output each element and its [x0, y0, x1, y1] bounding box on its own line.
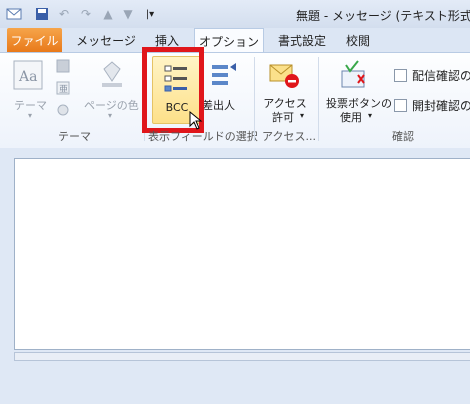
customize-qat-icon[interactable]: |▾	[142, 6, 158, 22]
window-title: 無題 - メッセージ (テキスト形式)	[296, 9, 470, 23]
body-top-spacer	[0, 148, 470, 158]
ribbon: Aa テーマ ▾ 亜 ページの色 ▾ テーマ BCC 差出人 表示フィールドの選…	[0, 47, 470, 149]
theme-dropdown-icon[interactable]: ▾	[28, 111, 32, 120]
undo-icon[interactable]: ↶	[56, 6, 72, 22]
permission-dropdown-icon[interactable]: ▾	[300, 111, 304, 120]
tab-format[interactable]: 書式設定	[270, 28, 334, 52]
ribbon-tabs: ファイル メッセージ 挿入 オプション 書式設定 校閲	[0, 28, 470, 53]
group-label-permission: アクセス...	[262, 130, 316, 143]
outlook-app-icon[interactable]	[6, 6, 22, 22]
voting-buttons-dropdown-icon[interactable]: ▾	[368, 111, 372, 120]
message-body[interactable]	[14, 158, 470, 350]
up-arrow-icon[interactable]: ▲	[100, 6, 116, 22]
colors-icon[interactable]	[56, 59, 74, 75]
group-label-tracking: 確認	[392, 130, 414, 143]
voting-buttons-icon	[338, 59, 370, 91]
title-bar: ↶ ↷ ▲ ▼ |▾ 無題 - メッセージ (テキスト形式)	[0, 0, 470, 29]
group-separator	[254, 57, 255, 141]
page-color-dropdown-icon[interactable]: ▾	[108, 111, 112, 120]
delivery-receipt-checkbox[interactable]	[394, 69, 407, 82]
tab-options[interactable]: オプション	[194, 28, 264, 53]
save-icon[interactable]	[34, 6, 50, 22]
fonts-icon[interactable]: 亜	[56, 81, 74, 97]
tab-file[interactable]: ファイル	[7, 28, 62, 52]
window-bottom	[0, 362, 470, 404]
svg-text:亜: 亜	[59, 84, 68, 95]
permission-icon	[268, 61, 300, 91]
voting-buttons-label-line2[interactable]: 使用	[340, 109, 362, 125]
body-bottom-bar	[14, 352, 470, 361]
group-label-themes: テーマ	[58, 130, 91, 143]
tab-review[interactable]: 校閲	[338, 28, 378, 52]
effects-icon[interactable]	[56, 103, 74, 119]
read-receipt-label: 開封確認の	[412, 99, 470, 113]
theme-icon: Aa	[12, 59, 46, 93]
redo-icon[interactable]: ↷	[78, 6, 94, 22]
down-arrow-icon[interactable]: ▼	[120, 6, 136, 22]
svg-text:Aa: Aa	[18, 69, 37, 85]
page-color-icon	[98, 59, 126, 89]
group-label-fields: 表示フィールドの選択	[148, 130, 258, 143]
from-icon	[210, 61, 238, 89]
read-receipt-checkbox[interactable]	[394, 99, 407, 112]
delivery-receipt-label: 配信確認の	[412, 69, 470, 83]
permission-label-line2[interactable]: 許可	[266, 109, 300, 125]
group-separator	[318, 57, 319, 141]
from-button[interactable]: 差出人	[202, 97, 235, 113]
tab-message[interactable]: メッセージ	[74, 28, 138, 52]
